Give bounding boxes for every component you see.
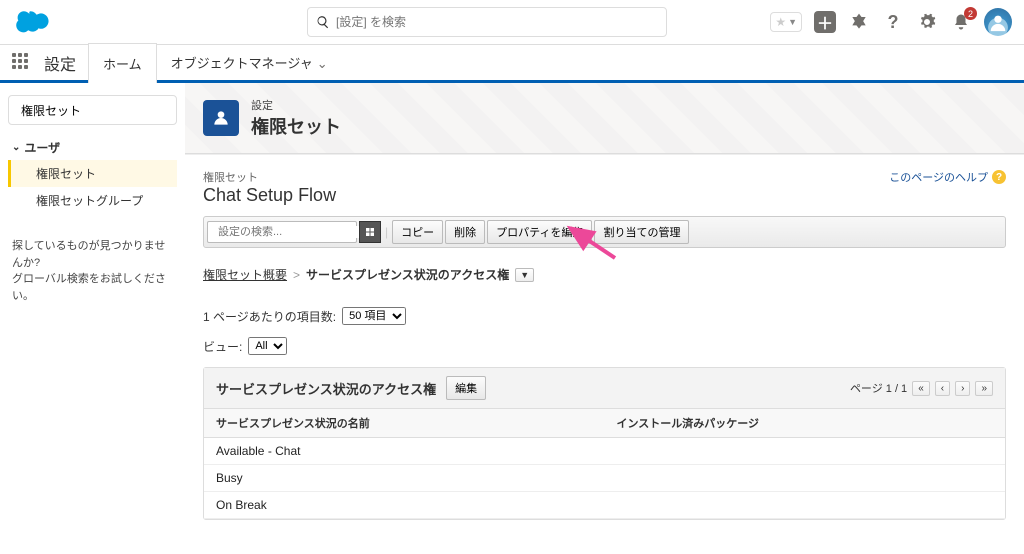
chevron-down-icon: ▼	[788, 17, 797, 27]
page-title: Chat Setup Flow	[203, 185, 336, 206]
view-label: ビュー:	[203, 338, 242, 355]
setup-tree-search-input[interactable]	[21, 103, 176, 117]
page-info: ページ 1 / 1	[850, 380, 907, 396]
tab-object-manager[interactable]: オブジェクトマネージャ⌄	[157, 43, 342, 82]
app-name: 設定	[44, 51, 76, 75]
sidebar-item-permission-sets[interactable]: 権限セット	[8, 160, 177, 187]
tab-home[interactable]: ホーム	[88, 43, 157, 83]
col-header-package[interactable]: インストール済みパッケージ	[605, 409, 1006, 438]
setup-gear-button[interactable]	[916, 11, 938, 33]
settings-search-input[interactable]	[218, 226, 360, 238]
pager-last[interactable]: »	[975, 381, 993, 396]
user-avatar[interactable]	[984, 8, 1012, 36]
delete-button[interactable]: 削除	[445, 220, 485, 244]
breadcrumb-dropdown[interactable]: ▼	[515, 268, 534, 282]
help-icon: ?	[992, 170, 1006, 184]
notification-badge: 2	[964, 7, 977, 20]
col-header-name[interactable]: サービスプレゼンス状況の名前	[204, 409, 605, 438]
pager-next[interactable]: ›	[955, 381, 970, 396]
tree-group-users[interactable]: ⌄ ユーザ	[12, 139, 177, 156]
copy-button[interactable]: コピー	[392, 220, 443, 244]
panel-edit-button[interactable]: 編集	[446, 376, 486, 400]
table-row[interactable]: On Break	[204, 492, 1005, 519]
global-search[interactable]	[307, 7, 667, 37]
global-search-input[interactable]	[336, 15, 658, 29]
settings-search-go[interactable]	[359, 221, 381, 243]
sidebar-item-permission-set-groups[interactable]: 権限セットグループ	[8, 187, 177, 214]
help-button[interactable]: ?	[882, 11, 904, 33]
plus-icon: ＋	[817, 10, 833, 34]
pager-prev[interactable]: ‹	[935, 381, 950, 396]
breadcrumb-separator: >	[293, 268, 300, 282]
edit-properties-button[interactable]: プロパティを編集	[487, 220, 592, 244]
page-help-link[interactable]: このページのヘルプ ?	[889, 169, 1006, 185]
table-row[interactable]: Busy	[204, 465, 1005, 492]
pager-first[interactable]: «	[912, 381, 930, 396]
mast-eyebrow: 設定	[251, 97, 341, 113]
mast-title: 権限セット	[251, 113, 341, 139]
breadcrumb-current: サービスプレゼンス状況のアクセス権	[306, 266, 509, 283]
salesforce-logo[interactable]	[12, 7, 57, 37]
question-icon: ?	[888, 12, 899, 33]
favorites-button[interactable]: ★ ▼	[770, 12, 802, 32]
salesforce-help-button[interactable]	[848, 11, 870, 33]
items-per-page-select[interactable]: 50 項目	[342, 307, 406, 325]
global-actions-button[interactable]: ＋	[814, 11, 836, 33]
detail-toolbar: | コピー 削除 プロパティを編集 割り当ての管理	[203, 216, 1006, 248]
manage-assignments-button[interactable]: 割り当ての管理	[594, 220, 689, 244]
star-icon: ★	[775, 15, 786, 29]
chevron-down-icon: ⌄	[12, 142, 20, 153]
sidebar-help-text: 探しているものが見つかりませんか? グローバル検索をお試しください。	[8, 238, 177, 304]
chevron-down-icon: ⌄	[317, 56, 328, 71]
app-launcher-icon[interactable]	[12, 53, 32, 73]
notifications-button[interactable]: 2	[950, 11, 972, 33]
items-per-page-label: 1 ページあたりの項目数:	[203, 308, 336, 325]
table-row[interactable]: Available - Chat	[204, 438, 1005, 465]
view-select[interactable]: All	[248, 337, 287, 355]
page-eyebrow: 権限セット	[203, 169, 336, 185]
panel-title: サービスプレゼンス状況のアクセス権	[216, 379, 436, 398]
setup-tree-search[interactable]	[8, 95, 177, 125]
permission-set-icon	[203, 100, 239, 136]
breadcrumb-root[interactable]: 権限セット概要	[203, 266, 287, 283]
